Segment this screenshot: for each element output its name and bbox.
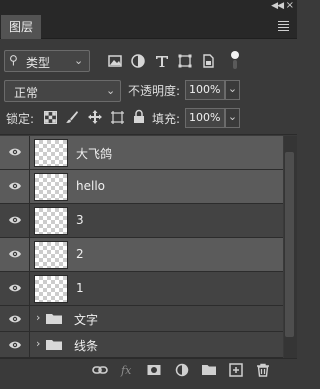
layer-row[interactable]: 大飞鸽 <box>0 136 283 170</box>
layers-list: 大飞鸽 hello 3 2 1 › 文字 › 线条 <box>0 136 283 358</box>
shape-filter-icon[interactable] <box>176 52 194 70</box>
blend-mode-select[interactable]: 正常 ⌄ <box>4 80 121 102</box>
panel-title-bar: ◀◀ × <box>0 0 297 15</box>
layer-thumbnail <box>34 173 68 201</box>
blend-mode-value: 正常 <box>14 86 39 100</box>
adjustment-layer-icon[interactable] <box>174 362 190 378</box>
new-group-icon[interactable] <box>201 362 217 378</box>
layer-name: 3 <box>76 213 84 227</box>
visibility-cell <box>0 272 30 305</box>
hamburger-menu-icon[interactable] <box>278 21 289 33</box>
chevron-down-icon: ⌄ <box>74 54 84 67</box>
group-name: 文字 <box>74 313 99 327</box>
lock-label: 锁定: <box>6 112 35 126</box>
image-filter-icon[interactable] <box>106 52 124 70</box>
opacity-label: 不透明度: <box>128 84 181 98</box>
layer-row[interactable]: 2 <box>0 238 283 272</box>
lock-artboard-icon[interactable] <box>110 110 125 125</box>
visibility-cell <box>0 204 30 237</box>
lock-all-icon[interactable] <box>133 109 145 124</box>
opacity-input[interactable]: 100% <box>185 80 225 100</box>
type-filter-icon[interactable] <box>153 52 171 70</box>
layer-name: 大飞鸽 <box>76 147 113 161</box>
layer-name: 2 <box>76 247 84 261</box>
fx-icon[interactable]: fx <box>120 362 136 378</box>
new-layer-icon[interactable] <box>228 362 244 378</box>
scrollbar-thumb[interactable] <box>285 152 294 337</box>
chevron-down-icon: ⌄ <box>106 84 116 97</box>
folder-icon <box>46 340 62 350</box>
layer-thumbnail <box>34 207 68 235</box>
fill-label: 填充: <box>152 112 181 126</box>
eye-icon[interactable] <box>8 340 22 350</box>
layer-row[interactable]: 1 <box>0 272 283 306</box>
eye-icon[interactable] <box>8 283 22 293</box>
lock-transparency-icon[interactable] <box>44 111 57 124</box>
svg-text:fx: fx <box>120 364 132 377</box>
filter-toggle-icon[interactable] <box>230 50 240 70</box>
double-chevron-icon[interactable]: ◀◀ <box>271 1 284 11</box>
eye-icon[interactable] <box>8 147 22 157</box>
delete-layer-icon[interactable] <box>255 362 271 378</box>
group-name: 线条 <box>74 339 99 353</box>
fill-dropdown-button[interactable]: ⌄ <box>225 108 240 128</box>
visibility-cell <box>0 136 30 169</box>
visibility-cell <box>0 332 30 357</box>
divider <box>0 134 297 135</box>
visibility-cell <box>0 170 30 203</box>
opacity-dropdown-button[interactable]: ⌄ <box>225 80 240 100</box>
eye-icon[interactable] <box>8 249 22 259</box>
tab-layers[interactable]: 图层 <box>1 15 41 39</box>
layer-row[interactable]: hello <box>0 170 283 204</box>
folder-icon <box>46 314 62 324</box>
eye-icon[interactable] <box>8 314 22 324</box>
layer-name: 1 <box>76 281 84 295</box>
layer-row[interactable]: 3 <box>0 204 283 238</box>
lock-pixels-icon[interactable] <box>65 110 79 124</box>
group-row[interactable]: › 文字 <box>0 306 283 332</box>
layer-thumbnail <box>34 139 68 167</box>
tab-row <box>0 15 297 39</box>
fill-input[interactable]: 100% <box>185 108 225 128</box>
visibility-cell <box>0 306 30 331</box>
visibility-cell <box>0 238 30 271</box>
group-row[interactable]: › 线条 <box>0 332 283 358</box>
chevron-right-icon[interactable]: › <box>36 337 40 350</box>
link-layers-icon[interactable] <box>92 362 108 378</box>
eye-icon[interactable] <box>8 215 22 225</box>
eye-icon[interactable] <box>8 181 22 191</box>
chevron-right-icon[interactable]: › <box>36 311 40 324</box>
lock-position-icon[interactable] <box>87 109 103 125</box>
layer-thumbnail <box>34 275 68 303</box>
smart-object-filter-icon[interactable] <box>199 52 217 70</box>
layer-kind-filter[interactable]: ⚲ 类型 ⌄ <box>4 50 90 72</box>
layer-name: hello <box>76 179 105 193</box>
layer-thumbnail <box>34 241 68 269</box>
search-icon: ⚲ <box>9 53 18 67</box>
kind-filter-label: 类型 <box>26 56 51 70</box>
add-mask-icon[interactable] <box>146 362 162 378</box>
adjustment-filter-icon[interactable] <box>129 52 147 70</box>
close-icon[interactable]: × <box>286 0 294 11</box>
